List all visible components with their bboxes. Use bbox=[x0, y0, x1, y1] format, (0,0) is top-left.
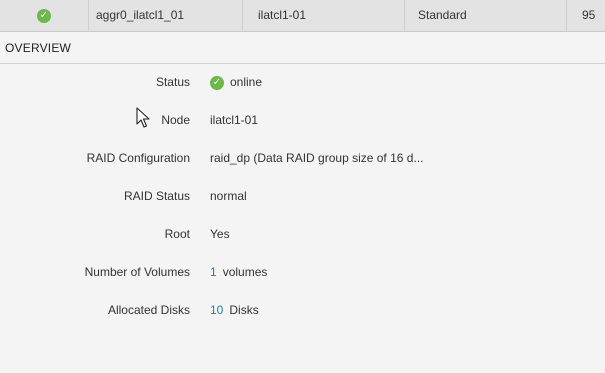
column-divider bbox=[566, 0, 567, 31]
column-divider bbox=[88, 0, 89, 31]
allocated-disks-value: 10 Disks bbox=[210, 303, 259, 317]
aggregate-node-cell: ilatcl1-01 bbox=[258, 8, 307, 22]
number-of-volumes-label: Number of Volumes bbox=[84, 265, 190, 279]
aggregate-type-cell: Standard bbox=[418, 8, 467, 22]
column-divider bbox=[242, 0, 243, 31]
aggregate-row-selected[interactable]: ✓ aggr0_ilatcl1_01 ilatcl1-01 Standard 9… bbox=[0, 0, 605, 32]
mouse-cursor-icon bbox=[136, 107, 150, 128]
volumes-unit: volumes bbox=[222, 265, 268, 279]
volumes-count-link[interactable]: 1 bbox=[210, 265, 217, 279]
aggregate-name-cell: aggr0_ilatcl1_01 bbox=[96, 8, 185, 22]
allocated-disks-label: Allocated Disks bbox=[107, 303, 190, 317]
check-circle-icon: ✓ bbox=[210, 75, 224, 90]
raid-status-value: normal bbox=[210, 189, 247, 203]
aggregate-status-cell: ✓ bbox=[0, 0, 88, 31]
check-circle-icon: ✓ bbox=[37, 8, 51, 23]
number-of-volumes-value: 1 volumes bbox=[210, 265, 267, 279]
overview-title: OVERVIEW bbox=[5, 41, 72, 55]
root-label: Root bbox=[164, 227, 190, 241]
status-value: ✓ online bbox=[210, 75, 262, 90]
aggregate-number-cell: 95 bbox=[582, 8, 596, 22]
raid-configuration-label: RAID Configuration bbox=[86, 151, 190, 165]
status-text: online bbox=[230, 75, 263, 89]
raid-status-label: RAID Status bbox=[123, 189, 190, 203]
raid-configuration-value: raid_dp (Data RAID group size of 16 d... bbox=[210, 151, 424, 165]
status-label: Status bbox=[155, 75, 190, 89]
node-value: ilatcl1-01 bbox=[210, 113, 259, 127]
column-divider bbox=[404, 0, 405, 31]
disks-unit: Disks bbox=[229, 303, 259, 317]
overview-section-header: OVERVIEW bbox=[0, 33, 605, 64]
node-label: Node bbox=[161, 113, 190, 127]
root-value: Yes bbox=[210, 227, 230, 241]
disks-count-link[interactable]: 10 bbox=[210, 303, 223, 317]
